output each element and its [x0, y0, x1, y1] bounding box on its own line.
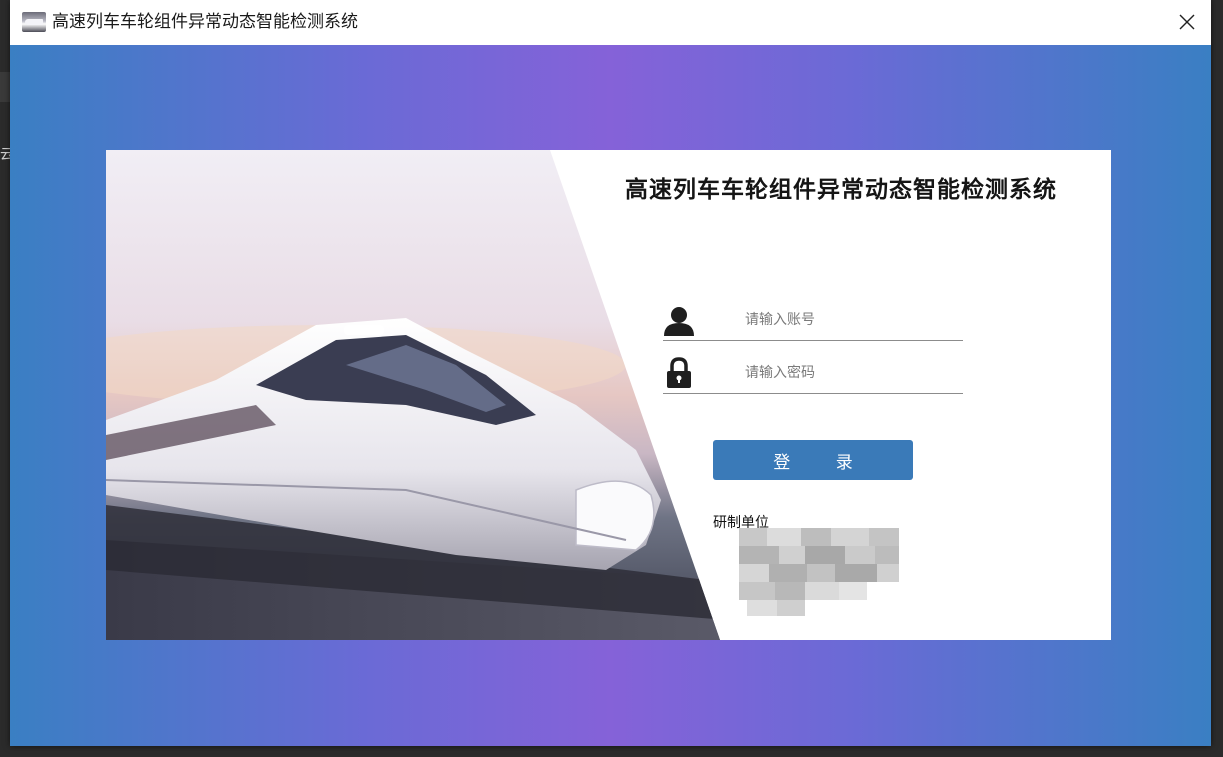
lock-icon: [667, 357, 691, 388]
user-icon: [664, 307, 694, 336]
window-title: 高速列车车轮组件异常动态智能检测系统: [52, 12, 358, 32]
login-card: 高速列车车轮组件异常动态智能检测系统 登 录 研制单位: [106, 150, 1111, 640]
login-button[interactable]: 登 录: [713, 440, 913, 480]
desktop-background-strip: [0, 72, 10, 102]
close-button[interactable]: [1163, 0, 1211, 45]
login-window: 高速列车车轮组件异常动态智能检测系统 高速列车车轮组件异常动态智能检测系统 请输…: [10, 0, 1211, 746]
username-input[interactable]: [743, 306, 957, 334]
train-icon: [22, 12, 46, 32]
close-icon: [1179, 14, 1195, 30]
password-field: [663, 353, 963, 394]
password-input[interactable]: [743, 359, 957, 387]
system-title: 高速列车车轮组件异常动态智能检测系统: [625, 176, 1057, 203]
title-bar: 高速列车车轮组件异常动态智能检测系统: [10, 0, 1211, 45]
org-name-redacted: [739, 528, 901, 618]
train-image: [106, 150, 720, 640]
username-field: [663, 300, 963, 341]
window-client-area: 高速列车车轮组件异常动态智能检测系统 登 录 研制单位: [10, 45, 1211, 746]
